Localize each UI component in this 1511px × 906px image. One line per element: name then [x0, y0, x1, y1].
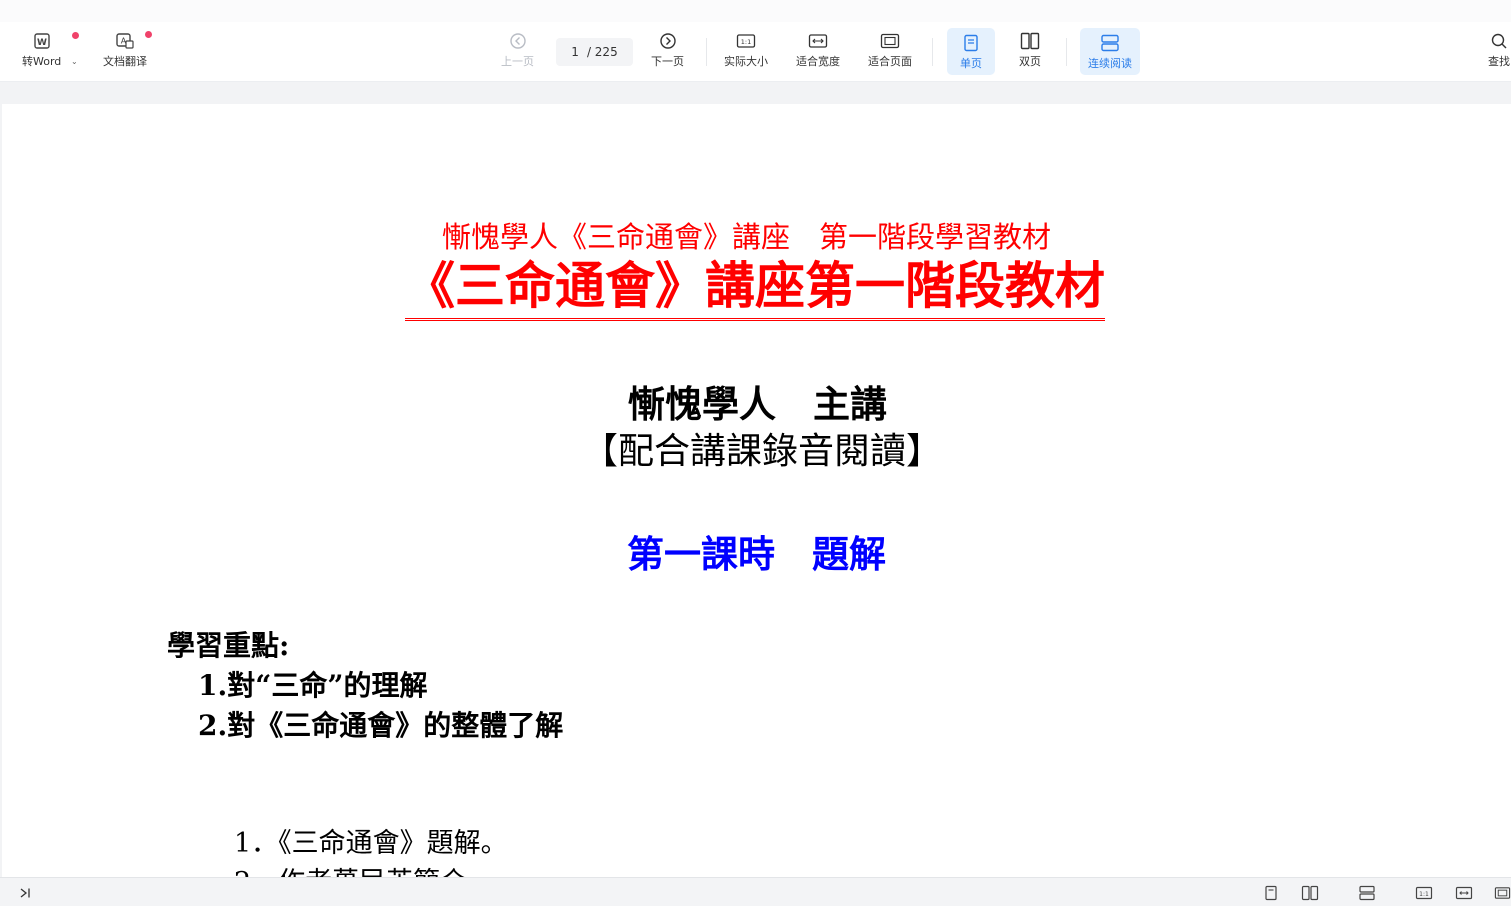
continuous-read-button[interactable]: 连续阅读 — [1080, 28, 1140, 75]
page-current-input[interactable]: 1 — [571, 45, 579, 59]
lecturer-line: 慚愧學人 主講 — [628, 382, 887, 426]
fit-width-icon — [807, 30, 829, 52]
svg-text:1:1: 1:1 — [741, 38, 751, 46]
focus-item: 1.對“三命”的理解 — [198, 669, 428, 702]
outline-item: 2．作者萬民英簡介 — [234, 860, 467, 877]
prev-page-label: 上一页 — [501, 55, 534, 68]
fit-width-label: 适合宽度 — [796, 55, 840, 68]
fit-width-icon[interactable] — [1455, 884, 1473, 902]
double-page-button[interactable]: 双页 — [1019, 30, 1041, 69]
toolbar-divider — [706, 38, 707, 66]
continuous-read-icon — [1099, 32, 1121, 54]
translate-button[interactable]: A 文档翻译 — [103, 30, 147, 69]
double-page-icon[interactable] — [1301, 884, 1319, 902]
search-icon — [1488, 30, 1510, 52]
page-total: / 225 — [586, 45, 618, 59]
single-page-label: 单页 — [960, 57, 982, 70]
arrow-right-circle-icon — [657, 30, 679, 52]
recording-note: 【配合講課錄音閱讀】 — [582, 431, 943, 472]
arrow-left-circle-icon — [507, 30, 529, 52]
next-page-button[interactable]: 下一页 — [651, 30, 684, 69]
single-page-button[interactable]: 单页 — [947, 28, 995, 75]
outline-item: 1．《三命通會》題解。 — [234, 828, 508, 859]
search-button[interactable]: 查找 — [1488, 30, 1511, 69]
lesson-title: 第一課時 題解 — [627, 532, 886, 576]
search-label: 查找 — [1488, 55, 1510, 68]
focus-heading: 學習重點: — [167, 629, 290, 662]
double-page-icon — [1019, 30, 1041, 52]
status-bar: 1:1 — [0, 877, 1511, 906]
chevron-down-icon[interactable]: ⌄ — [71, 57, 78, 66]
actual-size-label: 实际大小 — [724, 55, 768, 68]
main-title: 《三命通會》講座第一階段教材 — [405, 256, 1105, 321]
to-word-label: 转Word — [22, 55, 62, 68]
translate-icon: A — [114, 30, 136, 52]
svg-text:W: W — [37, 38, 47, 48]
double-page-label: 双页 — [1019, 55, 1041, 68]
translate-label: 文档翻译 — [103, 55, 147, 68]
single-page-icon[interactable] — [1262, 884, 1280, 902]
prev-page-button[interactable]: 上一页 — [501, 30, 534, 69]
fit-page-icon — [879, 30, 901, 52]
focus-item: 2.對《三命通會》的整體了解 — [198, 709, 564, 742]
actual-size-icon[interactable]: 1:1 — [1415, 884, 1433, 902]
single-page-icon — [960, 32, 982, 54]
fit-page-label: 适合页面 — [868, 55, 912, 68]
next-page-label: 下一页 — [651, 55, 684, 68]
pdf-page: 慚愧學人《三命通會》講座 第一階段學習教材 《三命通會》講座第一階段教材 慚愧學… — [2, 104, 1511, 877]
notification-dot — [72, 32, 79, 39]
to-word-button[interactable]: W 转Word — [22, 30, 61, 69]
top-toolbar: W 转Word ⌄ A 文档翻译 上一页 1 / 225 下一页 1:1 实际大… — [0, 0, 1511, 82]
continuous-read-icon[interactable] — [1358, 884, 1376, 902]
page-indicator[interactable]: 1 / 225 — [556, 38, 633, 66]
toolbar-divider — [1066, 38, 1067, 66]
fit-page-button[interactable]: 适合页面 — [868, 30, 912, 69]
header-line: 慚愧學人《三命通會》講座 第一階段學習教材 — [442, 220, 1052, 254]
notification-dot — [145, 31, 152, 38]
actual-size-icon: 1:1 — [735, 30, 757, 52]
fit-page-icon[interactable] — [1494, 884, 1511, 902]
title-strip — [0, 0, 1511, 22]
fit-width-button[interactable]: 适合宽度 — [796, 30, 840, 69]
expand-sidebar-icon[interactable] — [16, 884, 34, 902]
actual-size-button[interactable]: 1:1 实际大小 — [724, 30, 768, 69]
toolbar-divider — [932, 38, 933, 66]
svg-text:1:1: 1:1 — [1419, 891, 1429, 898]
word-icon: W — [31, 30, 53, 52]
document-viewport[interactable]: 慚愧學人《三命通會》講座 第一階段學習教材 《三命通會》講座第一階段教材 慚愧學… — [0, 82, 1511, 877]
continuous-read-label: 连续阅读 — [1088, 57, 1132, 70]
